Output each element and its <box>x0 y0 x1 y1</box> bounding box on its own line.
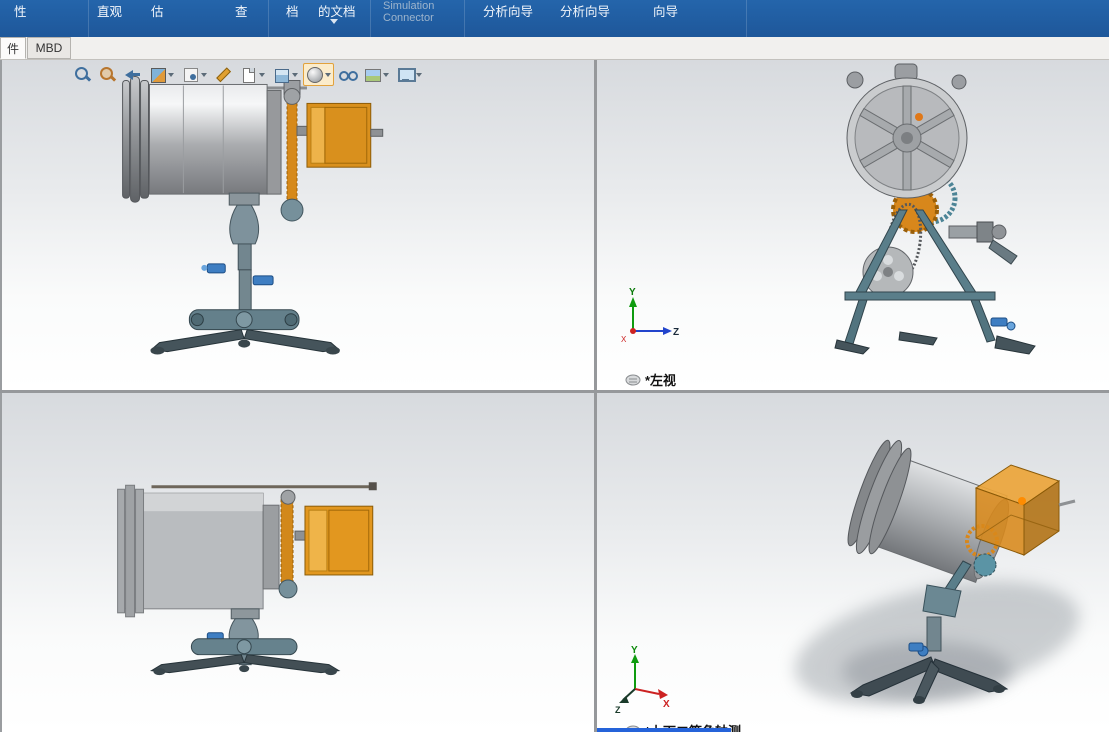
command-ribbon: 性 直观 估 查 档 的文档 Simulation Connector 分析向导… <box>0 0 1109 37</box>
ribbon-separator <box>88 0 89 37</box>
previous-view-icon[interactable] <box>121 63 144 86</box>
ribbon-button-check[interactable]: 查 <box>235 1 248 20</box>
tab-parts[interactable]: 件 <box>0 37 26 59</box>
chevron-down-icon[interactable] <box>330 19 338 24</box>
chevron-down-icon[interactable] <box>201 72 207 77</box>
tab-mbd-label: MBD <box>35 41 63 55</box>
section-view-icon[interactable] <box>146 63 177 86</box>
ribbon-separator <box>268 0 269 37</box>
triad-z-label: Z <box>615 705 621 715</box>
ribbon-button-document-props[interactable]: 的文档 <box>318 1 356 20</box>
view-orientation-icon[interactable] <box>270 63 301 86</box>
chevron-down-icon[interactable] <box>168 72 174 77</box>
triad-x-label: X <box>621 335 627 344</box>
model-side-view <box>122 76 384 355</box>
ribbon-button-visualize[interactable]: 直观 <box>97 1 122 20</box>
chevron-down-icon[interactable] <box>383 72 389 77</box>
graphics-area: Y Z X *左视 Y X Z <box>0 60 1109 732</box>
ribbon-button-analysis-wizard-2[interactable]: 分析向导 <box>560 1 610 20</box>
selection-highlight-strip <box>597 728 731 732</box>
viewport-bottom-left[interactable] <box>2 393 594 732</box>
zoom-area-icon[interactable] <box>96 63 119 86</box>
view-name-text: *左视 <box>645 373 677 388</box>
view-settings-icon[interactable] <box>394 63 425 86</box>
reference-triad: Y Z X <box>621 287 679 344</box>
chevron-down-icon[interactable] <box>259 72 265 77</box>
viewport-bottom-right[interactable]: Y X Z *上下二等角轴测 <box>597 393 1109 732</box>
ribbon-separator <box>464 0 465 37</box>
triad-x-label: X <box>663 699 670 710</box>
viewport-top-left[interactable] <box>2 60 594 390</box>
hide-show-items-icon[interactable] <box>336 63 359 86</box>
headsup-toolbar <box>68 62 428 87</box>
chevron-down-icon[interactable] <box>292 72 298 77</box>
view-orientation-label: *左视 <box>625 370 676 389</box>
chevron-down-icon[interactable] <box>416 72 422 77</box>
ribbon-button-wizard[interactable]: 向导 <box>653 1 678 20</box>
display-style-icon[interactable] <box>303 63 334 86</box>
ribbon-button-analysis-wizard-1[interactable]: 分析向导 <box>483 1 533 20</box>
solidworks-window: 性 直观 估 查 档 的文档 Simulation Connector 分析向导… <box>0 0 1109 732</box>
tab-mbd[interactable]: MBD <box>27 37 71 59</box>
reference-triad: Y X Z <box>615 645 670 715</box>
ribbon-separator <box>746 0 747 37</box>
ribbon-button-document[interactable]: 档 <box>286 1 299 20</box>
viewport-splitter-vertical[interactable] <box>594 60 597 732</box>
model-side-view-flat <box>117 482 377 676</box>
chevron-down-icon[interactable] <box>325 72 331 77</box>
ribbon-button-simulation-connector: Simulation Connector <box>383 0 435 24</box>
triad-y-label: Y <box>629 287 636 298</box>
ribbon-button-evaluate[interactable]: 估 <box>151 1 164 20</box>
edit-appearance-pencil-icon[interactable] <box>212 63 235 86</box>
view-annotation-icon <box>625 374 641 385</box>
copy-settings-icon[interactable] <box>237 63 268 86</box>
ribbon-separator <box>370 0 371 37</box>
viewport-top-right[interactable]: Y Z X *左视 <box>597 60 1109 390</box>
annotation-visibility-icon[interactable] <box>179 63 210 86</box>
viewport-splitter-horizontal[interactable] <box>0 390 1109 393</box>
triad-z-label: Z <box>673 327 679 338</box>
tab-parts-label: 件 <box>6 41 19 56</box>
ribbon-button-properties[interactable]: 性 <box>14 1 27 20</box>
zoom-fit-icon[interactable] <box>71 63 94 86</box>
triad-y-label: Y <box>631 645 638 656</box>
commandmanager-tabbar: 件 MBD <box>0 37 1109 60</box>
apply-scene-icon[interactable] <box>361 63 392 86</box>
